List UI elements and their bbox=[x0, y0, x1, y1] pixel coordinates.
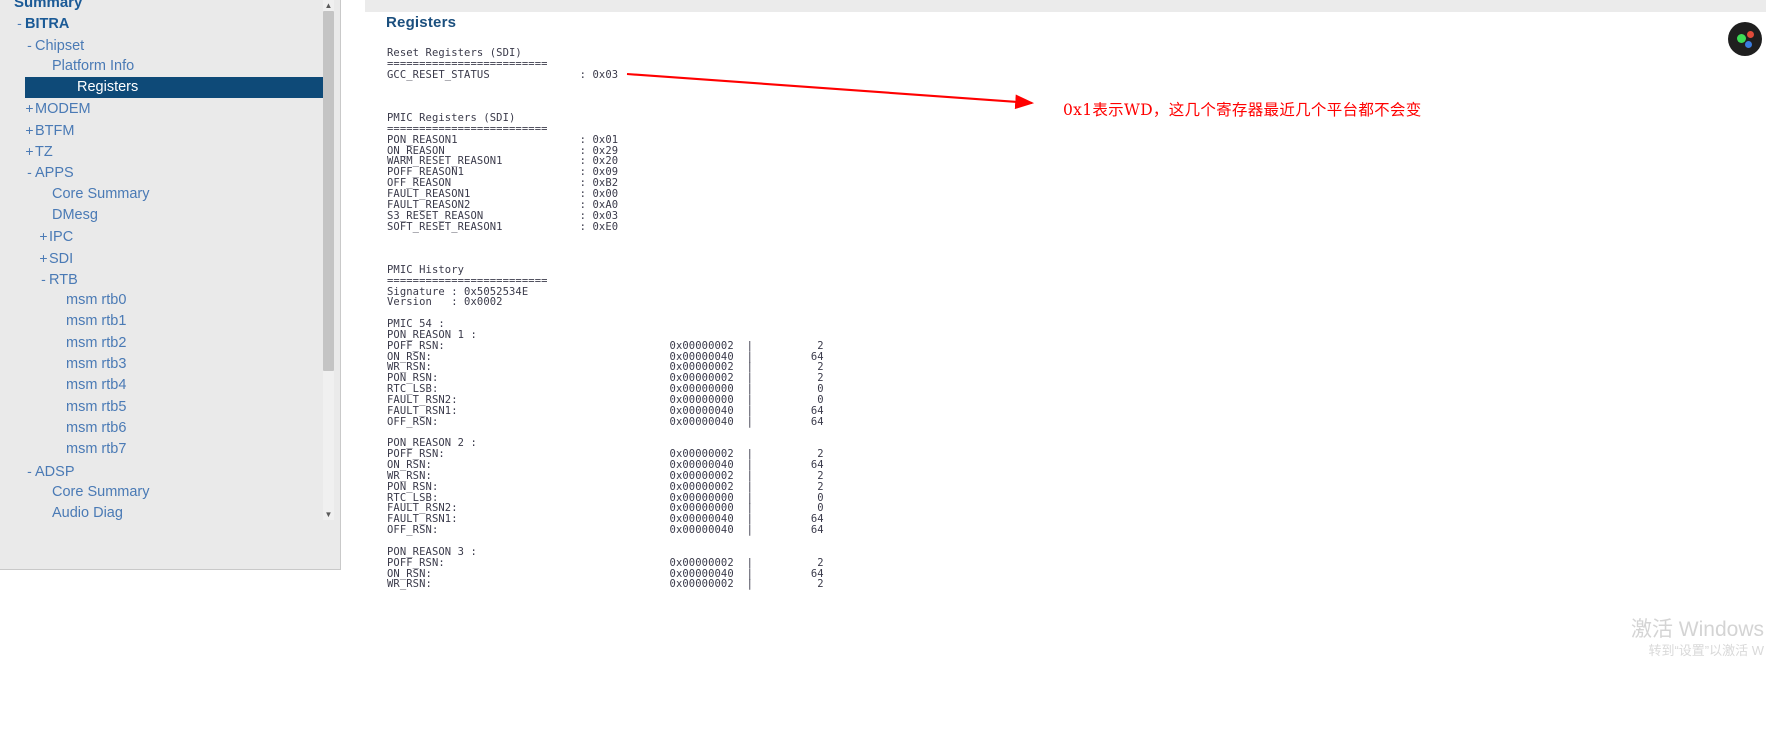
sidebar-item-core-summary[interactable]: Core Summary bbox=[0, 184, 325, 205]
sidebar-item-btfm[interactable]: +BTFM bbox=[0, 120, 325, 141]
app-root: Summary - BITRA - Chipset Platform Info Regist… bbox=[0, 0, 1766, 738]
expand-toggle-icon[interactable]: + bbox=[24, 98, 35, 119]
sidebar-item-label: SDI bbox=[49, 250, 74, 267]
sidebar-item-apps[interactable]: - APPS bbox=[0, 162, 325, 183]
sidebar-item-label: Registers bbox=[77, 79, 139, 96]
sidebar-item-bitra[interactable]: - BITRA bbox=[0, 13, 325, 34]
sidebar-item-label: Core Summary bbox=[52, 185, 150, 202]
sidebar-item-label: DMesg bbox=[52, 206, 98, 223]
sidebar-item-sdi[interactable]: +SDI bbox=[0, 248, 325, 269]
sidebar-item-core-summary[interactable]: Core Summary bbox=[0, 482, 325, 503]
register-dump-container: Reset Registers (SDI) ==================… bbox=[365, 42, 1766, 738]
navigation-sidebar: Summary - BITRA - Chipset Platform Info Regist… bbox=[0, 0, 341, 570]
panel-header-bar bbox=[365, 0, 1766, 12]
sidebar-item-label: Platform Info bbox=[52, 57, 135, 74]
sidebar-item-audio-diag[interactable]: Audio Diag bbox=[0, 503, 325, 524]
sidebar-item-registers[interactable]: Registers bbox=[25, 77, 324, 99]
sidebar-item-msm-rtb2[interactable]: msm rtb2 bbox=[0, 333, 325, 354]
sidebar-header-label: Summary bbox=[14, 0, 83, 11]
sidebar-item-label: msm rtb3 bbox=[66, 356, 127, 373]
sidebar-item-label: msm rtb5 bbox=[66, 398, 127, 415]
page-title: Registers bbox=[386, 14, 457, 31]
sidebar-item-label: RTB bbox=[49, 271, 78, 288]
collapse-toggle-icon[interactable]: - bbox=[24, 461, 35, 482]
collapse-toggle-icon[interactable]: - bbox=[24, 35, 35, 56]
sidebar-item-msm-rtb5[interactable]: msm rtb5 bbox=[0, 397, 325, 418]
sidebar-item-label: msm rtb4 bbox=[66, 377, 127, 394]
sidebar-item-msm-rtb7[interactable]: msm rtb7 bbox=[0, 439, 325, 460]
watermark-line-1: 激活 Windows bbox=[1630, 618, 1764, 641]
windows-activation-watermark: 激活 Windows 转到“设置”以激活 W bbox=[1631, 617, 1764, 660]
expand-toggle-icon[interactable]: + bbox=[24, 141, 35, 162]
scroll-down-arrow-icon[interactable]: ▼ bbox=[323, 509, 334, 520]
sidebar-item-label: Chipset bbox=[35, 37, 85, 54]
badge-dot-blue bbox=[1745, 41, 1752, 48]
sidebar-header: Summary bbox=[0, 0, 325, 13]
sidebar-item-label: Audio Diag bbox=[52, 505, 123, 522]
app-indicator-badge-icon[interactable] bbox=[1728, 22, 1762, 56]
scroll-up-arrow-icon[interactable]: ▲ bbox=[323, 0, 334, 11]
sidebar-item-label: BTFM bbox=[35, 122, 75, 139]
expand-toggle-icon[interactable]: + bbox=[38, 248, 49, 269]
register-dump-text: Reset Registers (SDI) ==================… bbox=[387, 47, 824, 591]
collapse-toggle-icon[interactable]: - bbox=[14, 13, 25, 34]
sidebar-item-adsp[interactable]: - ADSP bbox=[0, 461, 325, 482]
sidebar-item-label: msm rtb0 bbox=[66, 292, 127, 309]
watermark-line-2: 转到“设置”以激活 W bbox=[1648, 643, 1764, 658]
annotation-text: 0x1表示WD，这几个寄存器最近几个平台都不会变 bbox=[1063, 101, 1422, 119]
sidebar-item-label: msm rtb6 bbox=[66, 419, 127, 436]
sidebar-item-chipset[interactable]: - Chipset bbox=[0, 35, 325, 56]
sidebar-item-label: ADSP bbox=[35, 463, 75, 480]
sidebar-item-label: msm rtb1 bbox=[66, 313, 127, 330]
sidebar-scrollbar-thumb[interactable] bbox=[323, 11, 334, 371]
badge-dot-red bbox=[1747, 31, 1754, 38]
sidebar-item-msm-rtb6[interactable]: msm rtb6 bbox=[0, 418, 325, 439]
sidebar-item-label: APPS bbox=[35, 165, 74, 182]
sidebar-item-ipc[interactable]: +IPC bbox=[0, 226, 325, 247]
navigation-tree[interactable]: Summary - BITRA - Chipset Platform Info Regist… bbox=[0, 0, 325, 569]
sidebar-item-rtb[interactable]: - RTB bbox=[0, 269, 325, 290]
collapse-toggle-icon[interactable]: - bbox=[38, 269, 49, 290]
expand-toggle-icon[interactable]: + bbox=[24, 120, 35, 141]
sidebar-item-dmesg[interactable]: DMesg bbox=[0, 205, 325, 226]
collapse-toggle-icon[interactable]: - bbox=[24, 162, 35, 183]
sidebar-item-label: msm rtb2 bbox=[66, 334, 127, 351]
sidebar-item-label: BITRA bbox=[25, 16, 70, 33]
sidebar-item-msm-rtb4[interactable]: msm rtb4 bbox=[0, 375, 325, 396]
sidebar-item-label: Core Summary bbox=[52, 483, 150, 500]
sidebar-item-modem[interactable]: +MODEM bbox=[0, 98, 325, 119]
sidebar-item-msm-rtb3[interactable]: msm rtb3 bbox=[0, 354, 325, 375]
sidebar-item-tz[interactable]: +TZ bbox=[0, 141, 325, 162]
sidebar-item-label: IPC bbox=[49, 229, 74, 246]
expand-toggle-icon[interactable]: + bbox=[38, 226, 49, 247]
sidebar-item-msm-rtb0[interactable]: msm rtb0 bbox=[0, 290, 325, 311]
sidebar-item-label: MODEM bbox=[35, 101, 91, 118]
sidebar-item-platform-info[interactable]: Platform Info bbox=[0, 56, 325, 77]
sidebar-item-label: msm rtb7 bbox=[66, 441, 127, 458]
sidebar-item-msm-rtb1[interactable]: msm rtb1 bbox=[0, 311, 325, 332]
sidebar-item-label: TZ bbox=[35, 144, 53, 161]
